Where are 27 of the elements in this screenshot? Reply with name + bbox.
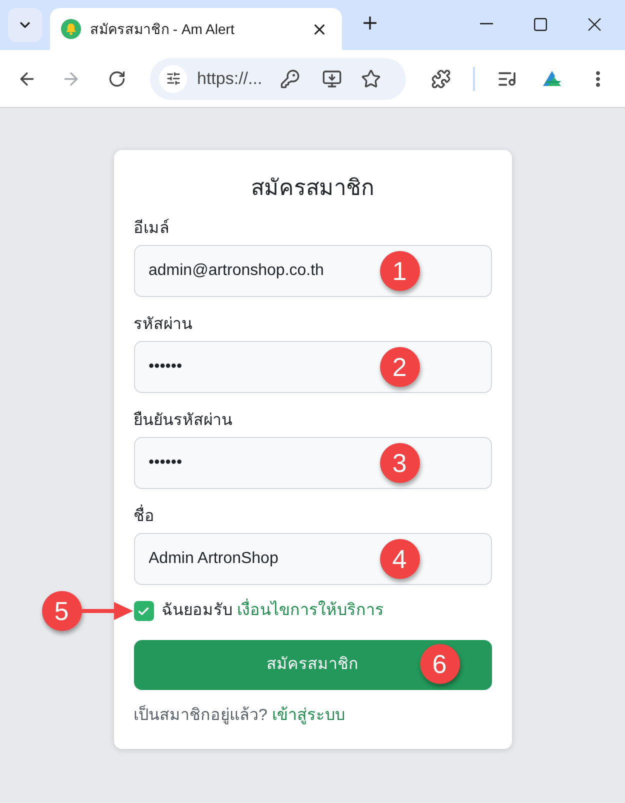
minimize-icon (480, 23, 492, 25)
reload-icon (108, 70, 126, 88)
login-link[interactable]: เข้าสู่ระบบ (272, 707, 345, 724)
bookmark-star-icon[interactable] (361, 68, 382, 88)
login-prompt: เป็นสมาชิกอยู่แล้ว? เข้าสู่ระบบ (134, 704, 346, 726)
extensions-icon[interactable] (431, 68, 451, 88)
key-icon[interactable] (280, 68, 300, 88)
site-settings-icon[interactable] (159, 64, 187, 92)
terms-label: ฉันยอมรับ เงื่อนไขการให้บริการ (162, 599, 384, 623)
maximize-icon (534, 18, 546, 30)
form-title: สมัครสมาชิก (250, 174, 375, 202)
install-app-icon[interactable] (322, 68, 342, 88)
field-label: ชื่อ (134, 505, 492, 529)
field-label: อีเมล์ (134, 218, 170, 239)
extension-logo-icon[interactable] (541, 68, 563, 88)
field-label: ยืนยันรหัสผ่าน (134, 410, 234, 431)
bell-icon (61, 19, 81, 39)
arrow (82, 601, 132, 621)
address-bar[interactable]: https://... (150, 58, 406, 100)
tab-title: สมัครสมาชิก - Am Alert (90, 20, 236, 38)
url-text: https://... (197, 68, 262, 90)
checkmark-icon (137, 604, 150, 618)
terms-checkbox[interactable] (134, 601, 154, 621)
number-badge: 5 (42, 591, 82, 631)
close-icon (588, 18, 600, 30)
field-label: รหัสผ่าน (134, 315, 194, 335)
browser-tab[interactable]: สมัครสมาชิก - Am Alert (50, 8, 342, 50)
